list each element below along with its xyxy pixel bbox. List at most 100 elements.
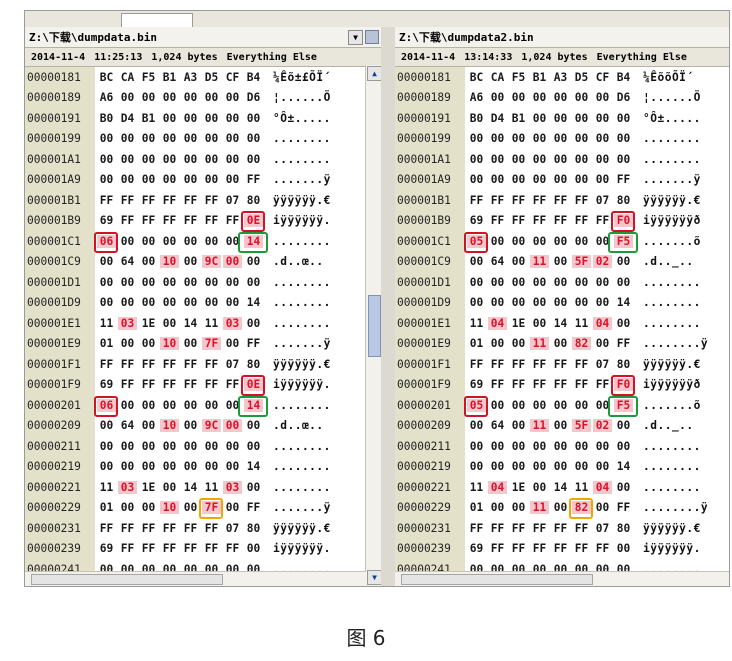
right-horizontal-scrollbar[interactable] (395, 571, 729, 586)
hex-byte[interactable]: FF (244, 337, 263, 350)
hex-byte[interactable]: 00 (551, 132, 570, 145)
hex-byte[interactable]: CF (223, 71, 242, 84)
hex-byte[interactable]: 1E (509, 481, 528, 494)
hex-byte[interactable]: 00 (551, 173, 570, 186)
hex-byte[interactable]: FF (551, 194, 570, 207)
hex-row[interactable]: 000001F9 69 FF FF FF FF FF FF 0E iÿÿÿÿÿÿ. (25, 374, 381, 397)
hex-byte[interactable]: 00 (118, 91, 137, 104)
hex-byte[interactable]: 00 (614, 112, 633, 125)
hex-byte[interactable]: FF (244, 501, 263, 514)
hex-byte[interactable]: 00 (467, 173, 486, 186)
hex-byte[interactable]: 14 (551, 481, 570, 494)
hex-byte[interactable]: B4 (614, 71, 633, 84)
hex-byte[interactable]: 80 (244, 358, 263, 371)
hex-byte[interactable]: 00 (593, 91, 612, 104)
hex-byte[interactable]: 00 (593, 399, 612, 412)
hex-row[interactable]: 000001F1 FF FF FF FF FF FF 07 80 ÿÿÿÿÿÿ.€ (25, 354, 381, 375)
hex-byte[interactable]: 00 (551, 399, 570, 412)
hex-byte[interactable]: 00 (551, 235, 570, 248)
hex-byte[interactable]: FF (118, 378, 137, 391)
hex-byte[interactable]: 00 (244, 276, 263, 289)
hex-byte[interactable]: FF (572, 522, 591, 535)
hex-byte[interactable]: 00 (467, 440, 486, 453)
hex-byte[interactable]: 00 (530, 440, 549, 453)
scroll-thumb[interactable] (401, 574, 593, 585)
hex-byte[interactable]: 00 (509, 255, 528, 268)
hex-byte[interactable]: FF (614, 501, 633, 514)
hex-byte[interactable]: 00 (614, 419, 633, 432)
hex-byte[interactable]: 00 (488, 91, 507, 104)
hex-byte[interactable]: FF (530, 194, 549, 207)
hex-byte[interactable]: FF (488, 378, 507, 391)
hex-row[interactable]: 00000219 00 00 00 00 00 00 00 14........ (395, 456, 729, 477)
hex-byte[interactable]: FF (614, 337, 633, 350)
scroll-up-icon[interactable]: ▲ (367, 66, 381, 81)
hex-byte[interactable]: 00 (509, 460, 528, 473)
hex-byte[interactable]: FF (551, 378, 570, 391)
hex-byte[interactable]: 1E (139, 317, 158, 330)
hex-byte[interactable]: D5 (572, 71, 591, 84)
hex-row[interactable]: 00000219 00 00 00 00 00 00 00 14........ (25, 456, 381, 477)
hex-byte[interactable]: 00 (202, 460, 221, 473)
hex-byte[interactable]: 00 (509, 399, 528, 412)
hex-byte[interactable]: FF (488, 214, 507, 227)
hex-byte[interactable]: B0 (97, 112, 116, 125)
hex-byte[interactable]: FF (551, 542, 570, 555)
hex-byte[interactable]: FF (202, 358, 221, 371)
hex-byte[interactable]: 00 (202, 296, 221, 309)
hex-byte[interactable]: D5 (202, 71, 221, 84)
hex-byte[interactable]: 82 (569, 498, 593, 520)
hex-byte[interactable]: 00 (97, 440, 116, 453)
hex-row[interactable]: 000001E9 01 00 00 10 00 7F 00 FF .......ÿ (25, 333, 381, 354)
hex-byte[interactable]: F5 (608, 231, 638, 253)
hex-byte[interactable]: 00 (509, 419, 528, 432)
hex-row[interactable]: 000001E9 01 00 00 11 00 82 00 FF ........ÿ (395, 333, 729, 354)
hex-byte[interactable]: FF (181, 214, 200, 227)
hex-row[interactable]: 00000201 05 00 00 00 00 00 00 F5 .......õ (395, 395, 729, 417)
hex-byte[interactable]: 00 (97, 296, 116, 309)
hex-byte[interactable]: 00 (467, 276, 486, 289)
hex-byte[interactable]: 00 (509, 153, 528, 166)
hex-byte[interactable]: 00 (488, 173, 507, 186)
hex-byte[interactable]: CA (488, 71, 507, 84)
hex-byte[interactable]: 00 (139, 296, 158, 309)
hex-byte[interactable]: 00 (139, 173, 158, 186)
hex-byte[interactable]: FF (160, 522, 179, 535)
left-vertical-scrollbar[interactable]: ▲ ▼ (365, 65, 381, 586)
hex-byte[interactable]: 00 (488, 460, 507, 473)
hex-byte[interactable]: FF (160, 542, 179, 555)
hex-byte[interactable]: 00 (509, 132, 528, 145)
hex-byte[interactable]: B1 (139, 112, 158, 125)
hex-byte[interactable]: 69 (97, 214, 116, 227)
hex-row[interactable]: 00000191 B0 D4 B1 00 00 00 00 00 °Ô±..... (25, 108, 381, 129)
hex-byte[interactable]: FF (181, 522, 200, 535)
hex-byte[interactable]: 00 (244, 153, 263, 166)
hex-byte[interactable]: 80 (244, 522, 263, 535)
hex-byte[interactable]: 03 (118, 480, 137, 494)
hex-byte[interactable]: FF (614, 173, 633, 186)
hex-byte[interactable]: 1E (139, 481, 158, 494)
hex-byte[interactable]: 00 (467, 255, 486, 268)
hex-byte[interactable]: 00 (97, 255, 116, 268)
hex-byte[interactable]: 00 (139, 460, 158, 473)
hex-row[interactable]: 00000191 B0 D4 B1 00 00 00 00 00 °Ô±..... (395, 108, 729, 129)
hex-byte[interactable]: 00 (593, 235, 612, 248)
hex-byte[interactable]: 00 (614, 317, 633, 330)
hex-byte[interactable]: 00 (181, 91, 200, 104)
hex-byte[interactable]: FF (139, 378, 158, 391)
hex-byte[interactable]: 11 (97, 317, 116, 330)
hex-byte[interactable]: 00 (160, 173, 179, 186)
left-path-dropdown-icon[interactable]: ▼ (348, 30, 363, 45)
hex-byte[interactable]: 64 (488, 255, 507, 268)
hex-row[interactable]: 000001B9 69 FF FF FF FF FF FF F0 iÿÿÿÿÿÿð (395, 210, 729, 233)
hex-byte[interactable]: 00 (593, 337, 612, 350)
hex-byte[interactable]: 00 (572, 132, 591, 145)
hex-byte[interactable]: 11 (572, 317, 591, 330)
hex-byte[interactable]: 00 (572, 91, 591, 104)
hex-byte[interactable]: FF (593, 542, 612, 555)
hex-byte[interactable]: 00 (181, 399, 200, 412)
hex-byte[interactable]: 00 (551, 296, 570, 309)
hex-byte[interactable]: 00 (593, 173, 612, 186)
hex-byte[interactable]: 9C (202, 419, 221, 433)
hex-byte[interactable]: 00 (244, 112, 263, 125)
